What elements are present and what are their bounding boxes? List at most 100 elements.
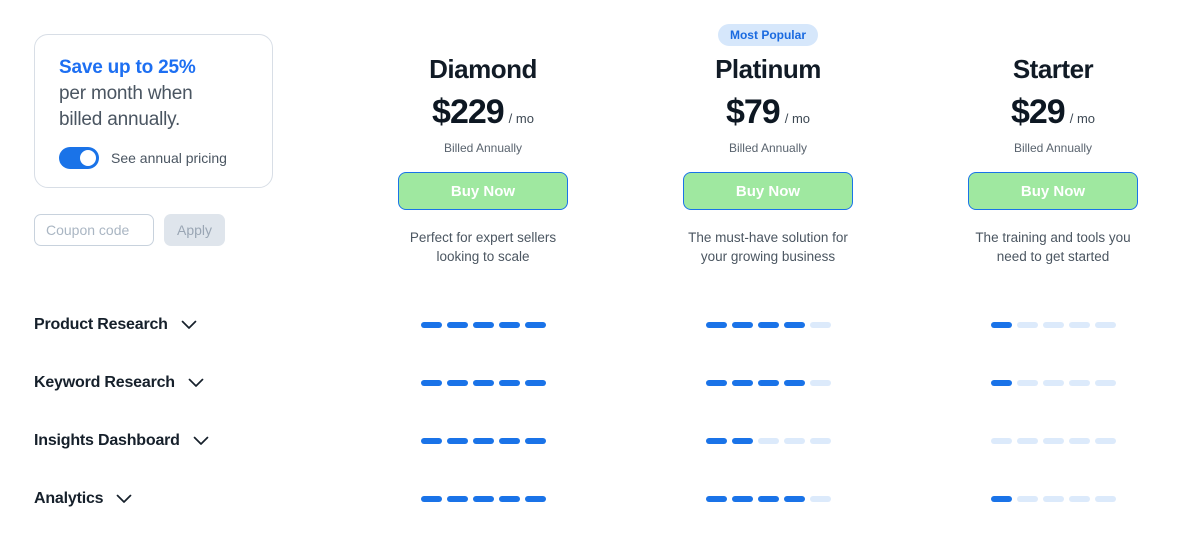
rating-dash-filled <box>420 496 442 502</box>
rating-dash-filled <box>446 322 468 328</box>
plan-description: The training and tools you need to get st… <box>910 228 1196 266</box>
badge-slot <box>910 24 1196 46</box>
rating-dash-filled <box>498 322 520 328</box>
rating-cell <box>910 412 1196 470</box>
feature-row[interactable]: Keyword Research <box>34 354 364 412</box>
rating-cell <box>340 470 626 528</box>
rating-dash-filled <box>705 438 727 444</box>
chevron-down-icon[interactable] <box>180 436 209 446</box>
coupon-code-input[interactable] <box>34 214 154 246</box>
plan-description-line-1: The must-have solution for <box>688 230 848 245</box>
apply-coupon-button[interactable]: Apply <box>164 214 226 246</box>
plan-description-line-2: looking to scale <box>436 249 530 264</box>
rating-dash-filled <box>472 380 494 386</box>
rating-dash-empty <box>1068 496 1090 502</box>
rating-dash-filled <box>524 438 546 444</box>
rating-cell <box>340 354 626 412</box>
plan-price: $229 <box>432 93 505 131</box>
rating-dash-empty <box>1068 322 1090 328</box>
coupon-row: Apply <box>34 214 279 246</box>
rating-row <box>340 470 1200 528</box>
feature-row[interactable]: Product Research <box>34 296 364 354</box>
rating-cell <box>625 354 911 412</box>
billing-note: Billed Annually <box>728 141 808 155</box>
left-column: Save up to 25% per month when billed ann… <box>34 34 279 246</box>
plan-column-platinum: Most Popular Platinum $79/ mo Billed Annual… <box>625 0 911 266</box>
rating-dash-filled <box>705 380 727 386</box>
chevron-down-icon[interactable] <box>168 320 197 330</box>
rating-dash-filled <box>783 496 805 502</box>
rating-dash-filled <box>783 380 805 386</box>
buy-now-button[interactable]: Buy Now <box>398 172 568 210</box>
rating-dash-filled <box>498 496 520 502</box>
plan-name: Diamond <box>429 54 537 84</box>
rating-dash-filled <box>498 380 520 386</box>
rating-dash-empty <box>1016 496 1038 502</box>
rating-dash-empty <box>1094 438 1116 444</box>
chevron-down-icon[interactable] <box>175 378 204 388</box>
feature-name: Product Research <box>34 316 168 333</box>
plan-description-line-2: need to get started <box>996 249 1110 264</box>
rating-dash-filled <box>783 322 805 328</box>
chevron-down-icon[interactable] <box>103 494 132 504</box>
rating-cell <box>910 470 1196 528</box>
rating-dash-filled <box>524 322 546 328</box>
rating-dash-empty <box>1094 496 1116 502</box>
rating-dash-filled <box>420 322 442 328</box>
feature-row[interactable]: Listing Optimization <box>34 528 364 538</box>
toggle-knob <box>80 150 96 166</box>
price-row: $79/ mo <box>625 93 911 132</box>
feature-name: Analytics <box>34 490 104 507</box>
plan-price: $29 <box>1010 93 1066 131</box>
rating-dash-filled <box>731 496 753 502</box>
rating-cell <box>625 470 911 528</box>
savings-headline: Save up to 25% <box>59 57 196 78</box>
price-row: $229/ mo <box>340 93 626 132</box>
annual-pricing-toggle[interactable] <box>59 147 99 169</box>
price-period: / mo <box>1069 111 1096 126</box>
rating-cell <box>625 296 911 354</box>
badge-slot: Most Popular <box>625 24 911 46</box>
rating-dash-empty <box>1016 438 1038 444</box>
rating-cell <box>625 412 911 470</box>
rating-dash-filled <box>472 438 494 444</box>
rating-dash-filled <box>731 380 753 386</box>
rating-cell <box>340 528 626 538</box>
plan-price: $79 <box>725 93 781 131</box>
annual-pricing-toggle-row: See annual pricing <box>59 147 250 169</box>
plan-name: Platinum <box>715 54 821 84</box>
rating-dash-filled <box>990 380 1012 386</box>
rating-grid <box>340 296 1200 538</box>
rating-dash-filled <box>990 496 1012 502</box>
rating-dash-empty <box>1016 380 1038 386</box>
feature-name: Keyword Research <box>34 374 175 391</box>
rating-row <box>340 296 1200 354</box>
plan-description-line-2: your growing business <box>700 249 836 264</box>
annual-pricing-toggle-label: See annual pricing <box>111 150 227 166</box>
plan-name: Starter <box>1012 54 1094 84</box>
feature-row[interactable]: Analytics <box>34 470 364 528</box>
rating-dash-empty <box>1042 496 1064 502</box>
rating-cell <box>910 354 1196 412</box>
rating-cell <box>340 296 626 354</box>
rating-cell <box>910 528 1196 538</box>
buy-now-button[interactable]: Buy Now <box>683 172 853 210</box>
rating-row <box>340 528 1200 538</box>
buy-now-button[interactable]: Buy Now <box>968 172 1138 210</box>
pricing-page: Save up to 25% per month when billed ann… <box>0 0 1200 538</box>
rating-dash-empty <box>1042 380 1064 386</box>
rating-dash-empty <box>809 496 831 502</box>
rating-cell <box>910 296 1196 354</box>
plan-column-diamond: Diamond $229/ mo Billed Annually Buy Now Per… <box>340 0 626 266</box>
feature-name: Insights Dashboard <box>34 432 180 449</box>
rating-dash-filled <box>446 438 468 444</box>
rating-dash-filled <box>524 380 546 386</box>
feature-row[interactable]: Insights Dashboard <box>34 412 364 470</box>
rating-dash-filled <box>420 438 442 444</box>
rating-cell <box>625 528 911 538</box>
badge-slot <box>340 24 626 46</box>
rating-row <box>340 412 1200 470</box>
rating-dash-filled <box>757 496 779 502</box>
plan-description: The must-have solution for your growing b… <box>625 228 911 266</box>
rating-dash-filled <box>524 496 546 502</box>
